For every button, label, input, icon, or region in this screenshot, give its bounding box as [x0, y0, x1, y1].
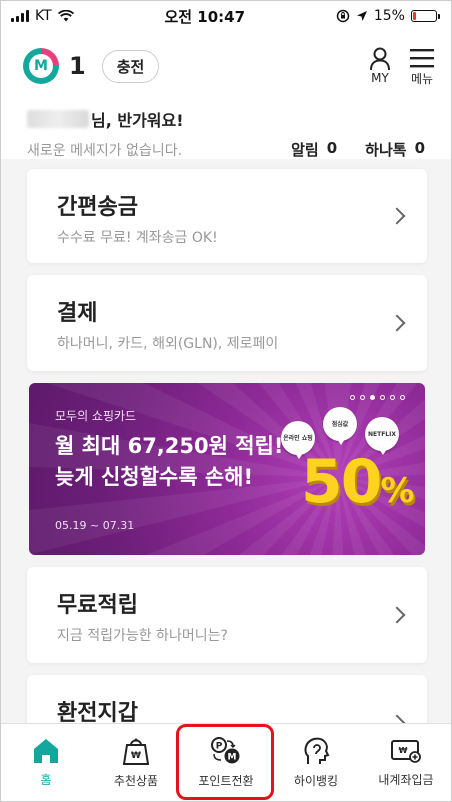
- logo-letter-m: M: [29, 54, 53, 78]
- nav-home[interactable]: 홈: [1, 724, 91, 801]
- header-actions: MY 메뉴: [369, 46, 435, 87]
- battery-percent: 15%: [373, 8, 405, 24]
- card-title: 무료적립: [57, 593, 138, 618]
- greeting-suffix: 님, 반가워요!: [91, 111, 184, 130]
- menu-button[interactable]: 메뉴: [409, 46, 435, 87]
- user-icon: [370, 47, 390, 71]
- banner-percent: 50%: [301, 447, 415, 517]
- bubble-netflix: NETFLIX: [365, 417, 399, 455]
- blurred-user-name: [27, 110, 89, 128]
- hanatalk-count: 0: [414, 139, 425, 157]
- hamburger-menu-icon: [410, 48, 434, 67]
- pagination-dot[interactable]: [390, 395, 395, 400]
- percent-sign: %: [380, 471, 415, 511]
- signal-icon: [11, 10, 29, 22]
- pagination-dot[interactable]: [380, 395, 385, 400]
- app-header: M 1 충전 MY 메뉴: [1, 31, 451, 101]
- banner-subtitle: 모두의 쇼핑카드: [55, 409, 137, 423]
- banner-title-line2: 늦게 신청할수록 손해!: [55, 465, 254, 489]
- nav-hibanking[interactable]: 하이뱅킹: [271, 724, 361, 801]
- banner-date-range: 05.19 ~ 07.31: [55, 519, 135, 532]
- nav-label: 홈: [40, 773, 52, 787]
- pagination-dot[interactable]: [350, 395, 355, 400]
- nav-recommended[interactable]: ₩ 추천상품: [91, 724, 181, 801]
- hibanking-icon: [304, 737, 330, 764]
- bubble-lunch: 점심값: [323, 407, 357, 445]
- svg-text:₩: ₩: [131, 751, 141, 761]
- annotation-highlight-box: [176, 724, 274, 800]
- hanatalk-counter[interactable]: 하나톡 0: [365, 139, 425, 160]
- battery-level: [412, 12, 417, 20]
- account-deposit-icon: ₩: [391, 740, 421, 763]
- greeting-section: 님, 반가워요! 새로운 메세지가 없습니다. 알림 0 하나톡 0: [1, 101, 451, 159]
- card-payment[interactable]: 결제 하나머니, 카드, 해외(GLN), 제로페이: [27, 275, 427, 371]
- card-easy-transfer[interactable]: 간편송금 수수료 무료! 계좌송금 OK!: [27, 169, 427, 263]
- point-balance[interactable]: 1: [69, 52, 86, 80]
- card-subtitle: 하나머니, 카드, 해외(GLN), 제로페이: [57, 336, 279, 352]
- nav-label: 내계좌입금: [378, 773, 434, 787]
- svg-text:₩: ₩: [399, 746, 408, 755]
- nav-account-deposit[interactable]: ₩ 내계좌입금: [361, 724, 451, 801]
- percent-value: 50: [301, 447, 382, 517]
- location-icon: [356, 11, 367, 21]
- promo-banner[interactable]: 모두의 쇼핑카드 월 최대 67,250원 적립! 늦게 신청할수록 손해! 0…: [29, 383, 425, 555]
- banner-pagination: [350, 395, 405, 400]
- no-message-text: 새로운 메세지가 없습니다.: [27, 142, 183, 159]
- card-title: 간편송금: [57, 195, 138, 220]
- menu-label: 메뉴: [410, 71, 434, 86]
- app-frame: KT 오전 10:47 15% M 1 충전 MY 메뉴 님, 반가워요! 새로…: [0, 0, 452, 802]
- nav-label: 하이뱅킹: [293, 774, 339, 788]
- banner-title: 월 최대 67,250원 적립! 늦게 신청할수록 손해!: [55, 431, 283, 493]
- banner-title-line1: 월 최대 67,250원 적립!: [55, 434, 284, 458]
- home-icon: [34, 739, 58, 763]
- my-label: MY: [371, 71, 389, 85]
- pagination-dot[interactable]: [370, 395, 375, 400]
- card-free-points[interactable]: 무료적립 지금 적립가능한 하나머니는?: [27, 567, 427, 663]
- alert-label: 알림: [291, 141, 319, 159]
- greeting-text: 님, 반가워요!: [27, 107, 425, 131]
- message-row: 새로운 메세지가 없습니다. 알림 0 하나톡 0: [27, 139, 425, 160]
- pagination-dot[interactable]: [400, 395, 405, 400]
- carrier-label: KT: [35, 8, 52, 24]
- gift-bag-icon: ₩: [122, 738, 150, 765]
- nav-label: 추천상품: [113, 774, 159, 788]
- clock: 오전 10:47: [164, 7, 246, 26]
- status-right: 15%: [336, 8, 440, 24]
- pagination-dot[interactable]: [360, 395, 365, 400]
- wifi-icon: [57, 10, 74, 22]
- status-bar: KT 오전 10:47 15%: [1, 1, 451, 31]
- charge-button[interactable]: 충전: [101, 49, 160, 83]
- notification-counts: 알림 0 하나톡 0: [291, 139, 425, 160]
- orientation-lock-icon: [336, 9, 350, 23]
- alert-count: 0: [326, 139, 338, 157]
- alert-counter[interactable]: 알림 0: [291, 139, 337, 160]
- card-title: 결제: [57, 301, 98, 326]
- battery-icon: [410, 10, 440, 22]
- hanamoney-logo-icon: M: [23, 48, 59, 84]
- status-left: KT: [11, 8, 74, 24]
- card-subtitle: 수수료 무료! 계좌송금 OK!: [57, 230, 218, 246]
- hanatalk-label: 하나톡: [365, 141, 407, 159]
- my-button[interactable]: MY: [369, 47, 391, 85]
- card-subtitle: 지금 적립가능한 하나머니는?: [57, 628, 228, 644]
